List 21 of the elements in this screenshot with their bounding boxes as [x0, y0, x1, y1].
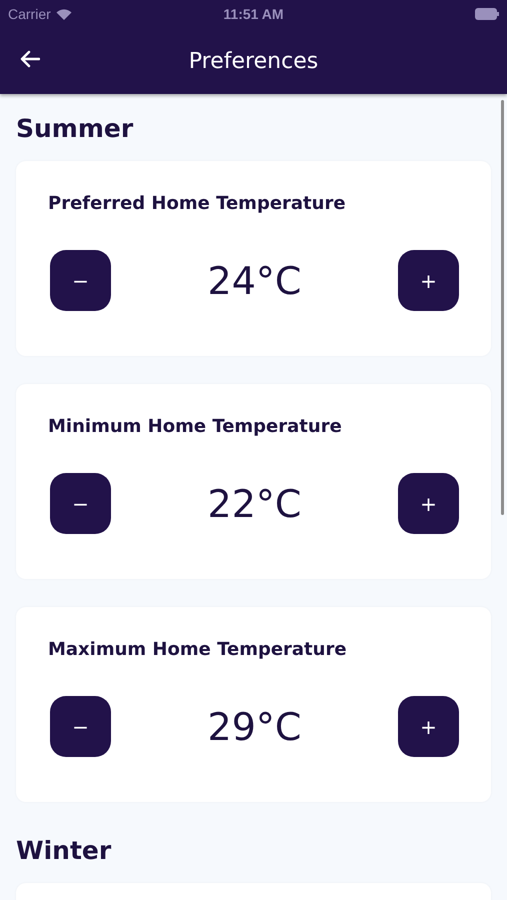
decrease-button[interactable]: − [50, 250, 111, 311]
increase-button[interactable]: + [398, 473, 459, 534]
temperature-value: 22°C [208, 482, 302, 526]
wifi-icon [56, 8, 72, 20]
section-title: Summer [16, 114, 134, 143]
carrier-text: Carrier [8, 6, 51, 22]
increase-button[interactable]: + [398, 250, 459, 311]
card-label: Minimum Home Temperature [48, 416, 343, 437]
card-label: Preferred Home Temperature [48, 193, 347, 214]
back-arrow-icon [20, 50, 40, 68]
battery-icon [475, 8, 499, 20]
increase-button[interactable]: + [398, 696, 459, 757]
temperature-value: 24°C [208, 258, 302, 302]
status-time: 11:51 AM [223, 6, 284, 22]
decrease-button[interactable]: − [50, 696, 111, 757]
card-label: Maximum Home Temperature [48, 639, 348, 660]
temperature-value: 29°C [208, 704, 302, 748]
section-title: Winter [16, 836, 112, 865]
decrease-button[interactable]: − [50, 473, 111, 534]
back-button[interactable] [18, 48, 42, 70]
screen-title: Preferences [188, 48, 318, 74]
